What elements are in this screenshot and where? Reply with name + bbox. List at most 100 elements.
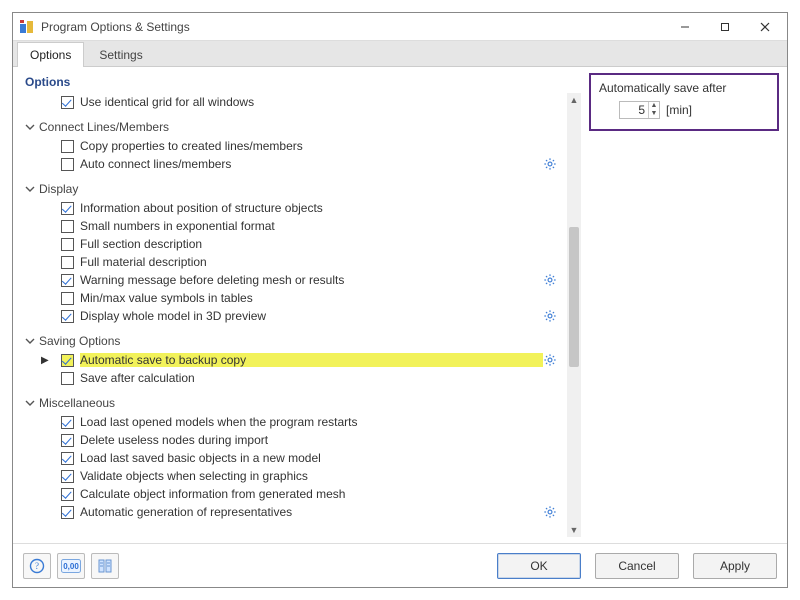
spinner-down-icon[interactable]: ▼ <box>649 110 659 118</box>
spinner-up-icon[interactable]: ▲ <box>649 102 659 110</box>
cancel-button[interactable]: Cancel <box>595 553 679 579</box>
option-row[interactable]: Validate objects when selecting in graph… <box>21 467 565 485</box>
checkbox[interactable] <box>61 158 74 171</box>
chevron-down-icon[interactable] <box>25 121 35 131</box>
checkbox[interactable] <box>61 220 74 233</box>
option-label: Warning message before deleting mesh or … <box>80 273 543 287</box>
option-row[interactable]: Min/max value symbols in tables <box>21 289 565 307</box>
group-label: Saving Options <box>39 334 120 348</box>
checkbox[interactable] <box>61 452 74 465</box>
maximize-button[interactable] <box>705 14 745 40</box>
option-row[interactable]: Save after calculation <box>21 369 565 387</box>
gear-icon[interactable] <box>543 157 557 171</box>
scroll-track[interactable] <box>567 107 581 523</box>
option-row[interactable]: Display whole model in 3D preview <box>21 307 565 325</box>
gear-icon[interactable] <box>543 353 557 367</box>
option-label: Information about position of structure … <box>80 201 561 215</box>
group-header[interactable]: Saving Options <box>21 331 565 351</box>
option-row[interactable]: Calculate object information from genera… <box>21 485 565 503</box>
svg-text:0,00: 0,00 <box>63 562 79 571</box>
dialog-footer: ? 0,00 OK Cancel Apply <box>13 543 787 587</box>
checkbox[interactable] <box>61 202 74 215</box>
group-header[interactable]: Display <box>21 179 565 199</box>
option-label: Save after calculation <box>80 371 561 385</box>
chevron-down-icon[interactable] <box>25 335 35 345</box>
gear-icon[interactable] <box>543 309 557 323</box>
checkbox[interactable] <box>61 354 74 367</box>
option-row[interactable]: ▶ Automatic save to backup copy <box>21 351 565 369</box>
option-row[interactable]: Use identical grid for all windows <box>21 93 565 111</box>
option-label: Auto connect lines/members <box>80 157 543 171</box>
dialog-body: Options Use identical grid for all windo… <box>13 67 787 543</box>
option-row[interactable]: Delete useless nodes during import <box>21 431 565 449</box>
gear-icon[interactable] <box>543 273 557 287</box>
dialog-window: Program Options & Settings Options Setti… <box>12 12 788 588</box>
gear-icon[interactable] <box>543 505 557 519</box>
checkbox[interactable] <box>61 310 74 323</box>
checkbox[interactable] <box>61 238 74 251</box>
minimize-button[interactable] <box>665 14 705 40</box>
scroll-up-icon[interactable]: ▲ <box>567 93 581 107</box>
checkbox[interactable] <box>61 506 74 519</box>
option-row[interactable]: Auto connect lines/members <box>21 155 565 173</box>
options-header: Options <box>21 73 581 93</box>
option-label: Full section description <box>80 237 561 251</box>
option-row[interactable]: Full material description <box>21 253 565 271</box>
option-row[interactable]: Copy properties to created lines/members <box>21 137 565 155</box>
autosave-unit: [min] <box>666 103 692 117</box>
checkbox[interactable] <box>61 274 74 287</box>
autosave-title: Automatically save after <box>599 81 769 95</box>
option-label: Min/max value symbols in tables <box>80 291 561 305</box>
group-label: Miscellaneous <box>39 396 115 410</box>
tab-settings[interactable]: Settings <box>86 42 155 67</box>
option-row[interactable]: Full section description <box>21 235 565 253</box>
option-row[interactable]: Load last opened models when the program… <box>21 413 565 431</box>
units-button[interactable]: 0,00 <box>57 553 85 579</box>
option-label: Automatic generation of representatives <box>80 505 543 519</box>
chevron-down-icon[interactable] <box>25 183 35 193</box>
options-pane: Options Use identical grid for all windo… <box>21 73 581 537</box>
autosave-spinner[interactable]: 5 ▲ ▼ <box>619 101 660 119</box>
window-title: Program Options & Settings <box>41 20 665 34</box>
option-row[interactable]: Information about position of structure … <box>21 199 565 217</box>
tab-options[interactable]: Options <box>17 42 84 67</box>
checkbox[interactable] <box>61 292 74 305</box>
chevron-down-icon[interactable] <box>25 397 35 407</box>
options-tree: Use identical grid for all windows Connec… <box>21 93 567 537</box>
app-icon <box>19 19 35 35</box>
option-label: Display whole model in 3D preview <box>80 309 543 323</box>
scroll-down-icon[interactable]: ▼ <box>567 523 581 537</box>
option-row[interactable]: Small numbers in exponential format <box>21 217 565 235</box>
checkbox[interactable] <box>61 470 74 483</box>
option-label: Small numbers in exponential format <box>80 219 561 233</box>
option-label: Load last opened models when the program… <box>80 415 561 429</box>
close-button[interactable] <box>745 14 785 40</box>
option-label: Automatic save to backup copy <box>80 353 543 367</box>
option-label: Validate objects when selecting in graph… <box>80 469 561 483</box>
checkbox[interactable] <box>61 416 74 429</box>
titlebar: Program Options & Settings <box>13 13 787 41</box>
checkbox[interactable] <box>61 256 74 269</box>
row-pointer-icon: ▶ <box>41 355 49 366</box>
option-row[interactable]: Automatic generation of representatives <box>21 503 565 521</box>
spinner-arrows[interactable]: ▲ ▼ <box>648 102 659 118</box>
option-row[interactable]: Warning message before deleting mesh or … <box>21 271 565 289</box>
option-label: Load last saved basic objects in a new m… <box>80 451 561 465</box>
group-header[interactable]: Connect Lines/Members <box>21 117 565 137</box>
scrollbar[interactable]: ▲ ▼ <box>567 93 581 537</box>
scroll-thumb[interactable] <box>569 227 579 367</box>
checkbox[interactable] <box>61 488 74 501</box>
checkbox[interactable] <box>61 96 74 109</box>
ok-button[interactable]: OK <box>497 553 581 579</box>
checkbox[interactable] <box>61 140 74 153</box>
group-header[interactable]: Miscellaneous <box>21 393 565 413</box>
autosave-value[interactable]: 5 <box>620 103 648 117</box>
help-button[interactable]: ? <box>23 553 51 579</box>
apply-button[interactable]: Apply <box>693 553 777 579</box>
checkbox[interactable] <box>61 372 74 385</box>
option-label: Copy properties to created lines/members <box>80 139 561 153</box>
option-row[interactable]: Load last saved basic objects in a new m… <box>21 449 565 467</box>
defaults-button[interactable] <box>91 553 119 579</box>
checkbox[interactable] <box>61 434 74 447</box>
group-label: Display <box>39 182 78 196</box>
